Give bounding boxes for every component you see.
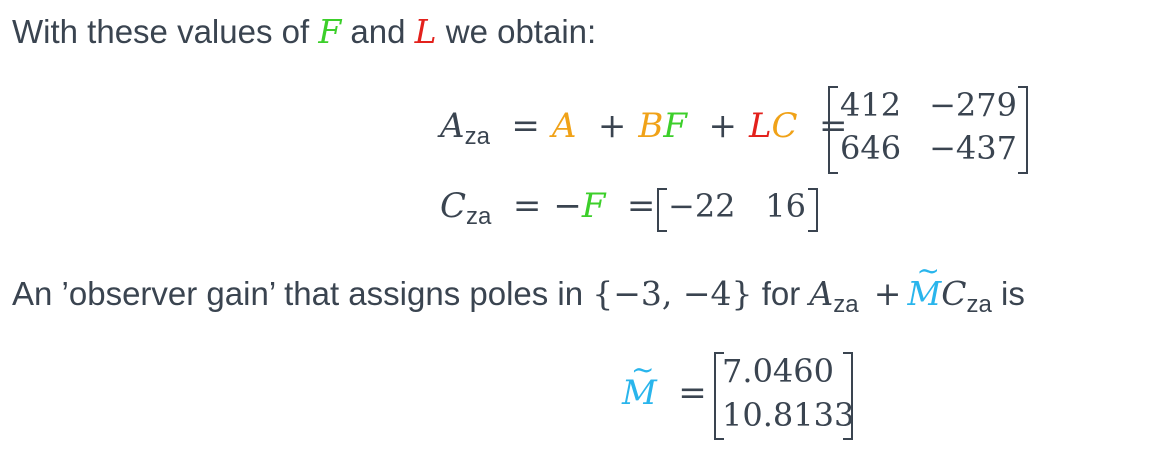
matrix-left-bracket	[828, 86, 838, 174]
matrix-right-bracket	[1018, 86, 1028, 174]
Aza-subscript: za	[833, 291, 859, 318]
observer-is: is	[1001, 275, 1025, 312]
Aza-symbol: A	[440, 106, 465, 146]
intro-and: and	[350, 13, 406, 50]
symbol-A: A	[551, 106, 577, 146]
matrix-right-bracket	[808, 188, 818, 232]
observer-sentence: An ’observer gain’ that assigns poles in…	[12, 254, 1025, 318]
intro-prefix: With these values of	[12, 13, 310, 50]
pole-set: {−3, −4}	[592, 274, 753, 313]
Cza-symbol: C	[440, 186, 467, 226]
equation-Aza: Aza = A + BF + LC =	[440, 106, 859, 150]
equals-sign: =	[678, 373, 707, 413]
minus-sign: −	[553, 186, 582, 226]
symbol-L: L	[414, 12, 437, 51]
intro-suffix: we obtain:	[445, 13, 597, 50]
matrix-cell: −437	[929, 129, 1017, 167]
Aza-subscript: za	[464, 123, 490, 150]
Cza-subscript: za	[966, 291, 992, 318]
symbol-F: F	[318, 12, 342, 51]
Cza-symbol: C	[941, 274, 967, 313]
Cza-subscript: za	[466, 203, 492, 230]
equals-sign: =	[511, 106, 540, 146]
matrix-right-bracket	[843, 352, 853, 440]
plus-sign: +	[597, 106, 627, 146]
symbol-M-tilde: M	[907, 254, 941, 313]
matrix-cell: 412	[840, 86, 902, 124]
equals-sign: =	[512, 186, 542, 226]
matrix-cell: −22	[668, 187, 736, 225]
matrix-cell: −279	[929, 86, 1017, 124]
observer-prefix: An ’observer gain’ that assigns poles in	[12, 275, 584, 312]
equation-M: M =	[622, 353, 719, 413]
matrix-cell: 646	[840, 129, 902, 167]
matrix-left-bracket	[657, 188, 667, 232]
symbol-B: B	[638, 106, 664, 146]
symbol-F: F	[663, 106, 687, 146]
symbol-M-tilde: M	[622, 353, 657, 413]
plus-sign: +	[873, 274, 902, 313]
symbol-C: C	[771, 106, 798, 146]
intro-sentence: With these values of F and L we obtain:	[12, 12, 596, 51]
symbol-F: F	[581, 186, 606, 226]
plus-sign: +	[708, 106, 737, 146]
Aza-symbol: A	[809, 274, 834, 313]
matrix-cell: 16	[765, 187, 806, 225]
equation-Cza: Cza = −F =	[440, 186, 667, 230]
matrix-cell: 7.0460	[722, 352, 834, 390]
observer-for: for	[761, 275, 801, 312]
matrix-cell: 10.8133	[722, 396, 855, 434]
symbol-L: L	[748, 106, 772, 146]
